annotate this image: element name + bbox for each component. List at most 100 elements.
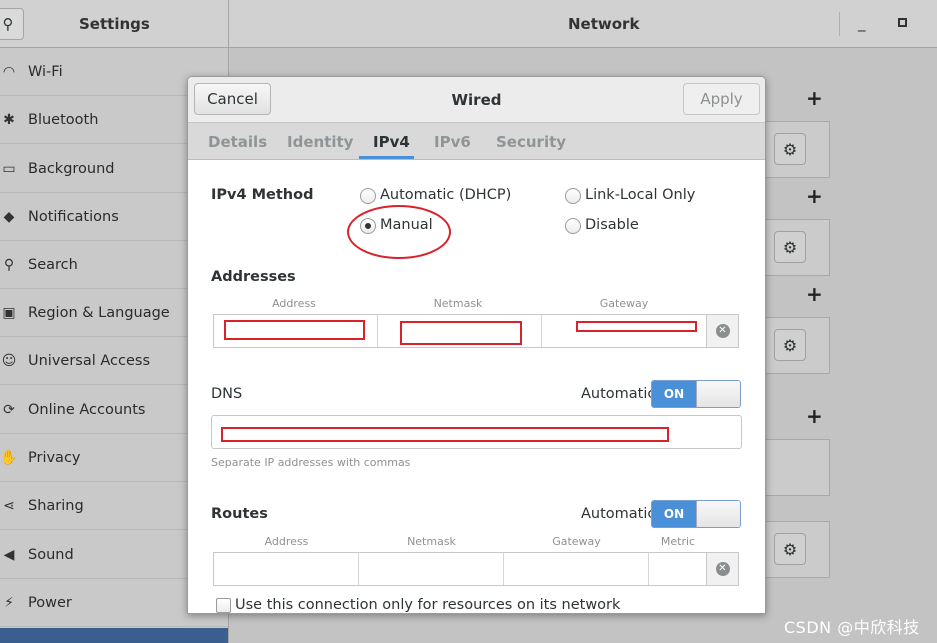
settings-button[interactable]: ⚙ [774,231,806,263]
share-icon: ⋖ [3,497,15,514]
switch-knob [696,381,740,407]
sidebar-item-label: Notifications [28,208,119,225]
resources-only-checkbox[interactable] [216,598,231,613]
tab-ipv6[interactable]: IPv6 [434,133,471,151]
tab-bar: Details Identity IPv4 IPv6 Security [188,123,765,160]
settings-button[interactable]: ⚙ [774,133,806,165]
annotation-ellipse [347,205,451,259]
redacted-netmask [400,321,522,345]
radio-link-local-only[interactable] [565,188,581,204]
settings-button[interactable]: ⚙ [774,329,806,361]
tab-identity[interactable]: Identity [287,133,353,151]
redacted-dns [221,427,669,442]
sidebar-item-label: Power [28,594,72,611]
sidebar-item-label: Background [28,160,115,177]
add-connection-button[interactable]: + [806,184,823,208]
switch-knob [696,501,740,527]
gear-icon: ⚙ [782,539,798,559]
route-address-column-header: Address [264,535,309,548]
sidebar-item-label: Privacy [28,449,81,466]
panel-title: Network [568,15,640,33]
gateway-column-header: Gateway [599,297,649,310]
wired-dialog: Cancel Wired Apply Details Identity IPv4… [187,76,766,614]
camera-icon: ▣ [2,304,16,321]
close-icon: ✕ [715,562,730,576]
search-icon: ⚲ [2,15,14,33]
delete-address-button[interactable]: ✕ [706,314,739,348]
sidebar-item-label: Sharing [28,497,84,514]
route-address-field[interactable] [214,553,359,585]
settings-button[interactable]: ⚙ [774,533,806,565]
redacted-gateway [576,321,697,332]
wifi-icon: ◠ [2,63,16,80]
search-icon: ⚲ [3,256,15,273]
switch-on-label: ON [652,501,696,527]
tab-details[interactable]: Details [208,133,267,151]
power-icon: ⚡ [4,594,14,611]
sidebar-item-label: Bluetooth [28,111,99,128]
route-netmask-column-header: Netmask [407,535,456,548]
network-card [765,439,830,496]
gear-icon: ⚙ [782,237,798,257]
sidebar-item-label: Region & Language [28,304,170,321]
watermark: CSDN @中欣科技 [784,618,920,637]
route-gateway-column-header: Gateway [552,535,601,548]
hand-icon: ✋ [0,449,18,466]
route-netmask-field[interactable] [359,553,504,585]
add-connection-button[interactable]: + [806,282,823,306]
radio-automatic-dhcp[interactable] [360,188,376,204]
bell-icon: ◆ [3,208,15,225]
ipv4-method-label: IPv4 Method [211,187,314,203]
address-column-header: Address [272,297,316,310]
gear-icon: ⚙ [782,335,798,355]
route-gateway-field[interactable] [504,553,649,585]
dialog-header: Cancel Wired Apply [188,77,765,123]
add-connection-button[interactable]: + [806,86,823,110]
maximize-button[interactable] [898,18,907,27]
routes-label: Routes [211,506,268,522]
radio-label-disable: Disable [585,217,639,233]
dns-automatic-switch[interactable]: ON [651,380,741,408]
redacted-address [224,320,365,340]
active-tab-indicator [359,156,414,159]
radio-label-link-local-only: Link-Local Only [585,187,696,203]
routes-automatic-label: Automatic [581,506,656,522]
dialog-title: Wired [451,91,502,109]
app-title: Settings [79,15,150,33]
search-button[interactable]: ⚲ [0,8,24,40]
header-bar: ⚲ Settings Network _ [0,0,937,48]
routes-automatic-switch[interactable]: ON [651,500,741,528]
online-accounts-icon: ⟳ [3,401,15,418]
route-metric-field[interactable] [649,553,706,585]
tab-ipv4[interactable]: IPv4 [373,133,410,151]
tab-security[interactable]: Security [496,133,566,151]
addresses-label: Addresses [211,269,296,285]
route-metric-column-header: Metric [660,535,696,548]
apply-button[interactable]: Apply [683,83,760,115]
dns-hint: Separate IP addresses with commas [211,456,411,469]
netmask-column-header: Netmask [433,297,483,310]
radio-disable[interactable] [565,218,581,234]
sidebar-item-label: Wi-Fi [28,63,63,80]
speaker-icon: ◀ [3,546,15,563]
background-icon: ▭ [2,160,16,177]
route-row [213,552,707,586]
sidebar-item-network-selected[interactable] [0,628,228,643]
bluetooth-icon: ✱ [3,111,15,128]
window-controls-separator [839,12,840,36]
sidebar-item-label: Search [28,256,78,273]
radio-label-automatic-dhcp: Automatic (DHCP) [380,187,512,203]
dns-label: DNS [211,386,243,402]
dns-automatic-label: Automatic [581,386,656,402]
accessibility-icon: ☺ [1,352,17,369]
sidebar-item-label: Online Accounts [28,401,146,418]
sidebar-item-label: Universal Access [28,352,151,369]
minimize-button[interactable]: _ [858,14,866,32]
add-connection-button[interactable]: + [806,404,823,428]
sidebar-item-label: Sound [28,546,74,563]
delete-route-button[interactable]: ✕ [706,552,739,586]
gear-icon: ⚙ [782,139,798,159]
close-icon: ✕ [715,324,730,338]
switch-on-label: ON [652,381,696,407]
resources-only-label: Use this connection only for resources o… [235,597,621,613]
